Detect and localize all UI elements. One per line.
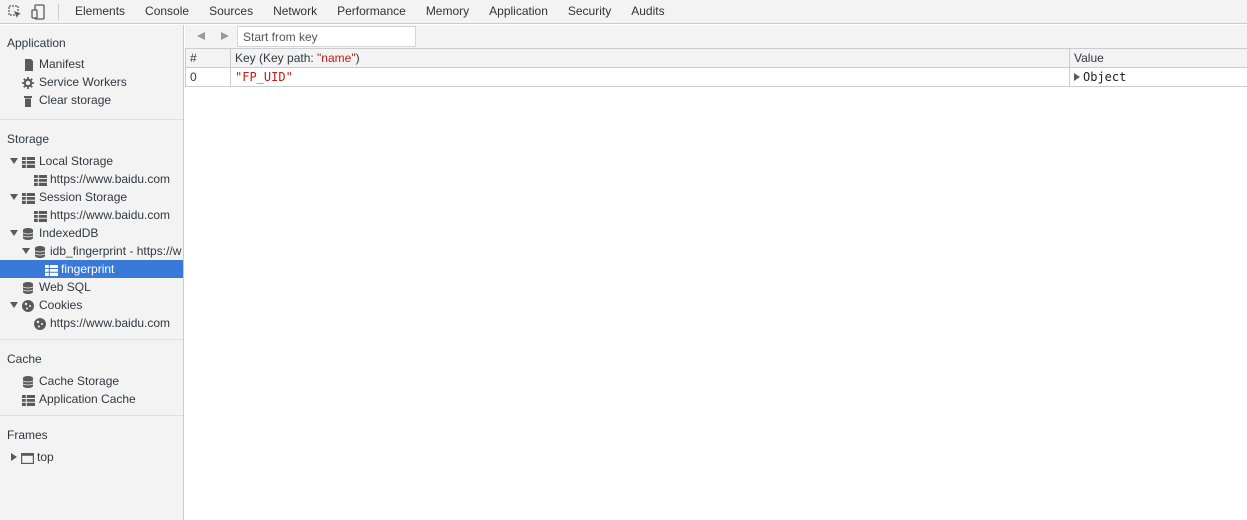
sidebar-item-label: Clear storage (39, 93, 112, 107)
table-row[interactable]: 0 "FP_UID" Object (185, 67, 1247, 87)
row-value-text: Object (1083, 69, 1127, 84)
storage-section: Storage Local Storage https://www.baidu.… (0, 120, 183, 340)
sidebar-item-label: Application Cache (39, 392, 136, 406)
expanded-arrow-icon[interactable] (21, 242, 31, 260)
sidebar-item-label: https://www.baidu.com (50, 208, 171, 222)
table-grid-icon (34, 173, 47, 186)
sidebar-item-web-sql[interactable]: Web SQL (0, 278, 183, 296)
sidebar-item-label: https://www.baidu.com (50, 316, 171, 330)
sidebar-item-service-workers[interactable]: Service Workers (0, 73, 183, 91)
sidebar-item-session-storage-origin[interactable]: https://www.baidu.com (0, 206, 183, 224)
sidebar-item-label: Cache Storage (39, 374, 120, 388)
tab-sources[interactable]: Sources (199, 0, 263, 23)
gear-icon (22, 76, 34, 89)
sidebar-item-label: Session Storage (39, 190, 128, 204)
cache-section: Cache Cache Storage Application Cache (0, 340, 183, 416)
sidebar-item-indexeddb[interactable]: IndexedDB (0, 224, 183, 242)
tab-memory[interactable]: Memory (416, 0, 479, 23)
table-grid-icon (22, 393, 35, 406)
sidebar-item-label: Local Storage (39, 154, 114, 168)
document-icon (23, 58, 35, 71)
expanded-arrow-icon[interactable] (9, 296, 19, 314)
collapsed-arrow-icon[interactable] (9, 448, 19, 466)
section-title-frames: Frames (7, 428, 48, 442)
frames-section: Frames top (0, 416, 183, 466)
data-view-toolbar (185, 25, 1247, 49)
trash-icon (23, 94, 35, 107)
sidebar-item-label: Service Workers (39, 75, 127, 89)
devtools-tab-bar: Elements Console Sources Network Perform… (0, 0, 1247, 24)
previous-page-button[interactable] (194, 29, 208, 43)
application-sidebar: Application Manifest Service Workers Cle… (0, 25, 184, 520)
table-grid-icon (22, 155, 35, 168)
expand-object-arrow-icon[interactable] (1074, 70, 1080, 84)
sidebar-item-manifest[interactable]: Manifest (0, 55, 183, 73)
sidebar-item-cache-storage[interactable]: Cache Storage (0, 372, 183, 390)
sidebar-item-session-storage[interactable]: Session Storage (0, 188, 183, 206)
row-key-cell: "FP_UID" (230, 67, 1070, 87)
database-icon (22, 227, 35, 240)
sidebar-item-idb-store-fingerprint[interactable]: fingerprint (0, 260, 183, 278)
expanded-arrow-icon[interactable] (9, 188, 19, 206)
table-grid-icon (22, 191, 35, 204)
sidebar-item-label: IndexedDB (39, 226, 99, 240)
inspect-element-icon[interactable] (7, 4, 23, 20)
sidebar-item-label: fingerprint (61, 262, 115, 276)
tab-console[interactable]: Console (135, 0, 199, 23)
tab-audits[interactable]: Audits (621, 0, 674, 23)
frame-window-icon (21, 451, 35, 465)
key-path-value: "name" (317, 50, 356, 65)
sidebar-item-label: top (37, 450, 54, 464)
database-icon (34, 245, 47, 258)
sidebar-item-label: idb_fingerprint - https://w (50, 244, 182, 258)
sidebar-item-idb-database[interactable]: idb_fingerprint - https://w (0, 242, 183, 260)
tab-elements[interactable]: Elements (65, 0, 135, 23)
device-toolbar-icon[interactable] (30, 3, 46, 20)
section-title-application: Application (7, 36, 66, 50)
cookie-icon (34, 317, 46, 330)
database-icon (22, 281, 35, 294)
key-column-suffix: ) (355, 50, 360, 65)
indexeddb-data-view: # Key (Key path: "name") Value 0 "FP_UID… (185, 25, 1247, 520)
row-value-cell[interactable]: Object (1069, 67, 1247, 87)
column-header-value[interactable]: Value (1069, 49, 1247, 68)
sidebar-item-label: Manifest (39, 57, 85, 71)
column-header-index[interactable]: # (185, 49, 231, 68)
sidebar-item-frame-top[interactable]: top (0, 448, 183, 466)
start-from-key-input[interactable] (237, 26, 416, 47)
sidebar-item-label: Cookies (39, 298, 83, 312)
section-title-cache: Cache (7, 352, 42, 366)
sidebar-item-cookies-origin[interactable]: https://www.baidu.com (0, 314, 183, 332)
sidebar-item-local-storage[interactable]: Local Storage (0, 152, 183, 170)
sidebar-item-cookies[interactable]: Cookies (0, 296, 183, 314)
tab-performance[interactable]: Performance (327, 0, 416, 23)
data-grid: # Key (Key path: "name") Value 0 "FP_UID… (185, 49, 1247, 87)
database-icon (22, 375, 35, 388)
toolbar-divider (58, 3, 59, 20)
sidebar-item-clear-storage[interactable]: Clear storage (0, 91, 183, 109)
table-grid-icon (45, 263, 58, 276)
sidebar-item-application-cache[interactable]: Application Cache (0, 390, 183, 408)
sidebar-item-local-storage-origin[interactable]: https://www.baidu.com (0, 170, 183, 188)
table-grid-icon (34, 209, 47, 222)
next-page-button[interactable] (218, 29, 232, 43)
section-title-storage: Storage (7, 132, 50, 146)
sidebar-item-label: https://www.baidu.com (50, 172, 171, 186)
row-index-cell: 0 (185, 67, 231, 87)
column-header-key[interactable]: Key (Key path: "name") (230, 49, 1070, 68)
tab-application[interactable]: Application (479, 0, 558, 23)
tab-security[interactable]: Security (558, 0, 621, 23)
sidebar-item-label: Web SQL (39, 280, 91, 294)
key-column-prefix: Key (Key path: (235, 50, 318, 65)
data-grid-header: # Key (Key path: "name") Value (185, 49, 1247, 68)
application-section: Application Manifest Service Workers Cle… (0, 25, 183, 120)
expanded-arrow-icon[interactable] (9, 224, 19, 242)
expanded-arrow-icon[interactable] (9, 152, 19, 170)
cookie-icon (22, 299, 34, 312)
tab-network[interactable]: Network (263, 0, 327, 23)
